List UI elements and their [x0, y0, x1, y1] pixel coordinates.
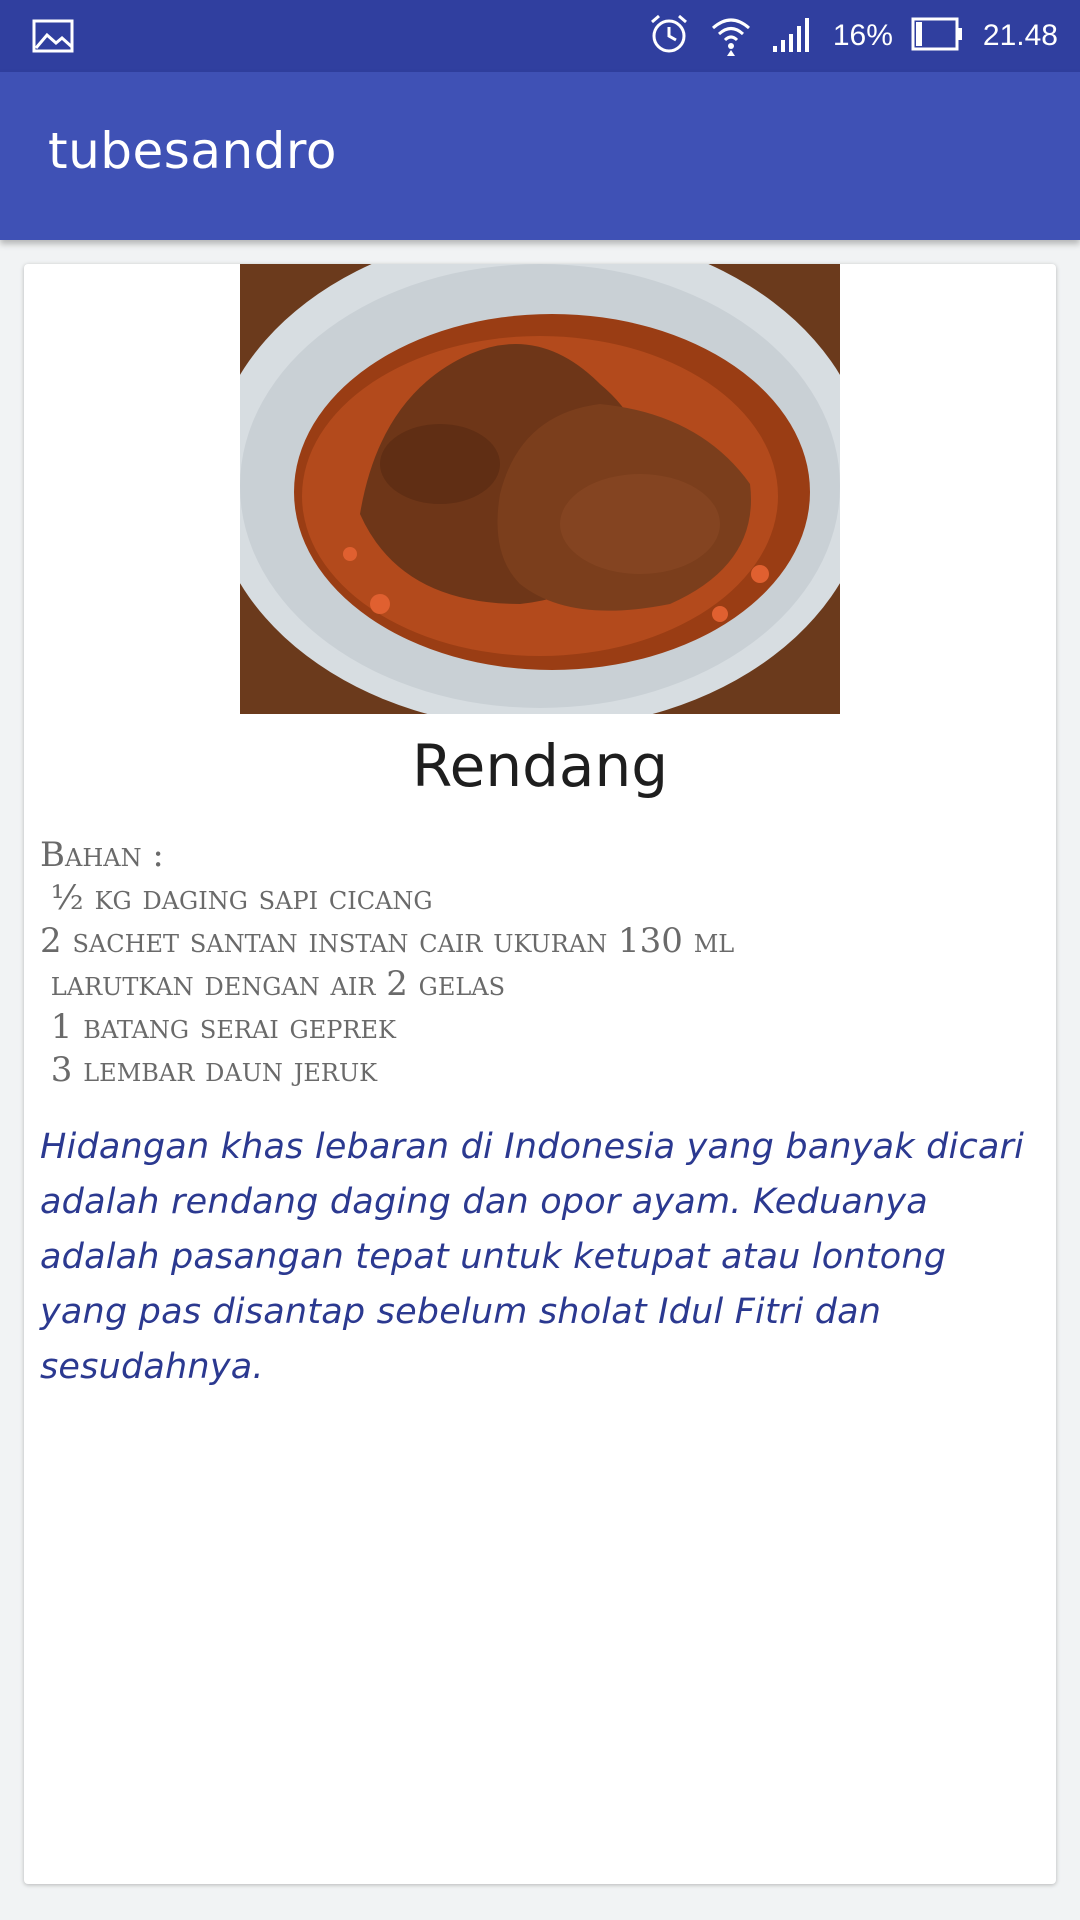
recipe-description: Hidangan khas lebaran di Indonesia yang … [40, 1127, 1025, 1387]
ingredient-item: larutkan dengan air 2 gelas [40, 964, 506, 1004]
ingredient-item: 1 batang serai geprek [40, 1007, 396, 1047]
status-icons: 16% 21.48 [629, 0, 1058, 72]
battery-percent: 16% [832, 19, 893, 52]
app-bar: tubesandro [0, 72, 1080, 240]
ingredient-item: 3 lembar daun jeruk [40, 1050, 378, 1090]
rendang-image [240, 264, 840, 714]
wifi-icon [709, 12, 753, 61]
alarm-icon [647, 12, 691, 61]
app-title: tubesandro [48, 122, 337, 180]
ingredient-heading: Bahan : [40, 835, 164, 875]
status-bar: 16% 21.48 [0, 0, 1080, 72]
ingredient-list: Bahan : ½ kg daging sapi cicang 2 sachet… [40, 834, 1040, 1092]
signal-icon [771, 14, 815, 59]
recipe-card: Rendang Bahan : ½ kg daging sapi cicang … [24, 264, 1056, 1884]
ingredient-item: 2 sachet santan instan cair ukuran 130 m… [40, 921, 735, 961]
recipe-title: Rendang [411, 732, 669, 800]
ingredient-item: ½ kg daging sapi cicang [40, 878, 433, 918]
battery-icon [911, 16, 965, 57]
gallery-icon [32, 18, 76, 54]
clock: 21.48 [982, 19, 1058, 52]
